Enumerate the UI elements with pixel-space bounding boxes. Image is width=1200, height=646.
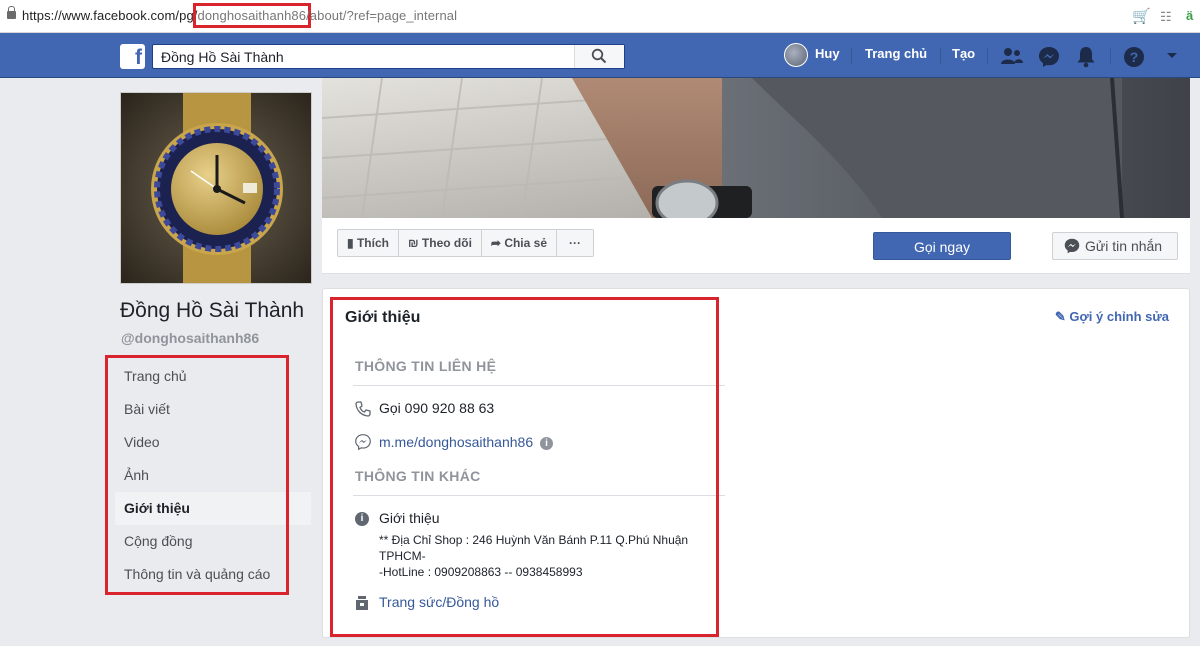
search-box[interactable] (152, 44, 625, 69)
follow-label: Theo dõi (421, 236, 472, 250)
category-link[interactable]: Trang sức/Đồng hồ (379, 594, 499, 610)
other-info-header: THÔNG TIN KHÁC (355, 468, 481, 484)
page-username[interactable]: @donghosaithanh86 (121, 330, 259, 346)
contact-info-header: THÔNG TIN LIÊN HỆ (355, 358, 497, 374)
messenger-link-text: m.me/donghosaithanh86 (379, 434, 534, 450)
lock-icon (7, 6, 16, 19)
send-message-button[interactable]: Gửi tin nhắn (1052, 232, 1178, 260)
section-divider (353, 385, 725, 386)
watch-photo (121, 93, 311, 283)
help-icon[interactable]: ? (1123, 46, 1145, 68)
messenger-link[interactable]: m.me/donghosaithanh86 i (379, 434, 553, 450)
more-icon: ··· (569, 236, 581, 250)
messenger-icon (1064, 238, 1080, 254)
section-divider (353, 495, 725, 496)
about-card: Giới thiệu ✎ Gợi ý chỉnh sửa THÔNG TIN L… (322, 288, 1190, 638)
phone-icon (355, 401, 371, 417)
page-left-nav: Trang chủ Bài viết Video Ảnh Giới thiệu … (115, 360, 311, 591)
intro-label: Giới thiệu (379, 510, 440, 526)
rss-icon: ₪ (407, 236, 419, 250)
phone-number[interactable]: Gọi 090 920 88 63 (379, 400, 494, 416)
suggest-edits-label: Gợi ý chỉnh sửa (1069, 309, 1169, 324)
facebook-top-bar: f Huy Trang chủ Tạo ? (0, 33, 1200, 78)
about-title: Giới thiệu (345, 309, 421, 326)
more-options-button[interactable]: ··· (557, 230, 593, 256)
url-text[interactable]: https://www.facebook.com/pg/donghosaitha… (22, 3, 458, 28)
pencil-icon: ✎ (1054, 309, 1066, 324)
url-suffix: /about/?ref=page_internal (306, 8, 458, 23)
follow-button[interactable]: ₪ Theo dõi (399, 230, 482, 256)
nav-divider (940, 48, 941, 64)
friend-requests-icon[interactable] (1000, 46, 1024, 66)
call-now-button[interactable]: Gọi ngay (873, 232, 1011, 260)
share-label: Chia sẻ (504, 236, 547, 250)
notifications-bell-icon[interactable] (1076, 46, 1096, 68)
extension-icon[interactable]: ä (1186, 8, 1193, 23)
chevron-down-icon[interactable] (1166, 52, 1178, 60)
nav-item-community[interactable]: Cộng đồng (115, 525, 311, 558)
url-highlight: donghosaithanh86 (192, 3, 312, 28)
search-button[interactable] (574, 45, 624, 68)
nav-item-photos[interactable]: Ảnh (115, 459, 311, 492)
info-circle-icon: i (355, 512, 369, 526)
nav-item-videos[interactable]: Video (115, 426, 311, 459)
intro-line: ** Địa Chỉ Shop : 246 Huỳnh Văn Bánh P.1… (379, 533, 689, 547)
messenger-icon[interactable] (1038, 46, 1060, 68)
user-avatar[interactable] (784, 43, 808, 67)
home-link[interactable]: Trang chủ (865, 46, 927, 61)
like-label: Thích (356, 236, 389, 250)
browser-url-bar[interactable]: https://www.facebook.com/pg/donghosaitha… (0, 0, 1200, 33)
share-arrow-icon: ➦ (490, 236, 501, 250)
cover-photo[interactable] (322, 78, 1190, 218)
cart-extension-icon[interactable]: 🛒 (1132, 7, 1151, 25)
search-icon (591, 48, 607, 64)
nav-divider (987, 48, 988, 64)
nav-divider (851, 48, 852, 64)
nav-divider (1110, 48, 1111, 64)
nav-item-home[interactable]: Trang chủ (115, 360, 311, 393)
info-icon[interactable]: i (540, 437, 553, 450)
store-category-icon (356, 596, 368, 610)
intro-description: ** Địa Chỉ Shop : 246 Huỳnh Văn Bánh P.1… (379, 532, 739, 580)
nav-item-info-ads[interactable]: Thông tin và quảng cáo (115, 558, 311, 591)
intro-line: TPHCM- (379, 549, 426, 563)
action-button-group: ▮ Thích ₪ Theo dõi ➦ Chia sẻ ··· (337, 229, 594, 257)
like-button[interactable]: ▮ Thích (338, 230, 399, 256)
nav-item-posts[interactable]: Bài viết (115, 393, 311, 426)
user-name-link[interactable]: Huy (815, 46, 840, 61)
url-prefix: https://www.facebook.com/pg/ (22, 8, 198, 23)
page-profile-picture[interactable] (120, 92, 312, 284)
messenger-icon (355, 434, 371, 450)
facebook-logo-icon[interactable]: f (120, 44, 145, 69)
nav-item-about[interactable]: Giới thiệu (115, 492, 311, 525)
intro-line: -HotLine : 0909208863 -- 0938458993 (379, 565, 583, 579)
search-input[interactable] (153, 45, 573, 68)
svg-text:?: ? (1130, 49, 1139, 65)
create-link[interactable]: Tạo (952, 46, 975, 61)
page-name: Đồng Hồ Sài Thành (120, 299, 305, 322)
translate-icon[interactable]: ☷ (1160, 9, 1172, 25)
suggest-edits-link[interactable]: ✎ Gợi ý chỉnh sửa (1055, 309, 1169, 325)
cover-image (322, 78, 1190, 218)
thumbs-up-icon: ▮ (347, 236, 354, 250)
page-action-bar: ▮ Thích ₪ Theo dõi ➦ Chia sẻ ··· Gọi nga… (322, 218, 1190, 274)
share-button[interactable]: ➦ Chia sẻ (482, 230, 557, 256)
send-message-label: Gửi tin nhắn (1085, 238, 1163, 254)
